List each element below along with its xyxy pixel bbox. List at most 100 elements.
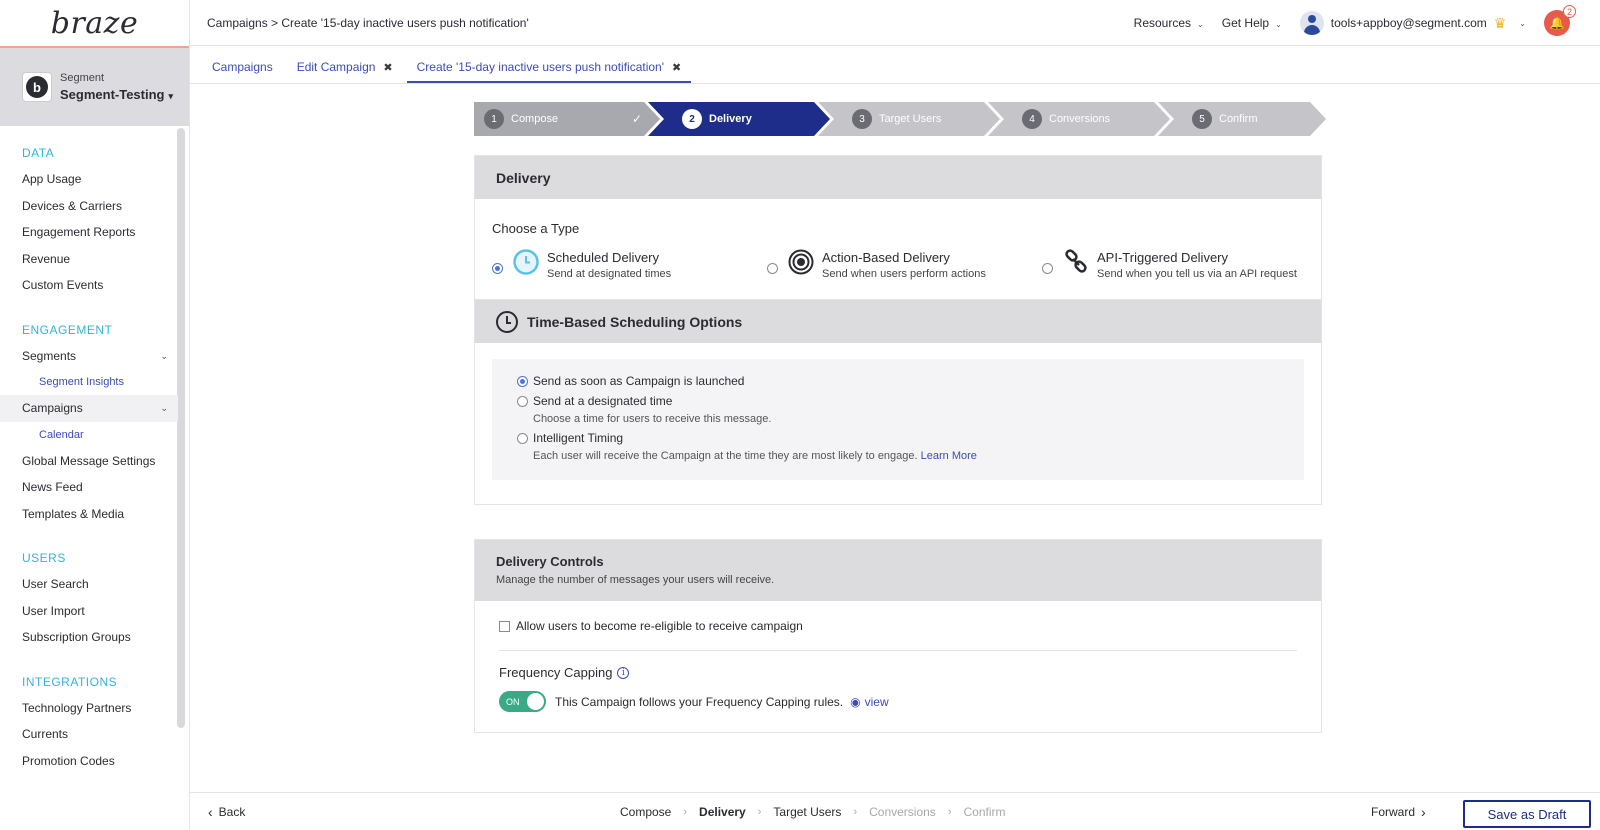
chevron-right-icon: › [853,806,858,818]
step-confirm[interactable]: 5 Confirm [1192,102,1378,136]
sidebar-item-engagement-reports[interactable]: Engagement Reports [0,219,178,246]
delivery-controls-title: Delivery Controls [496,554,604,569]
close-icon[interactable]: ✖ [383,61,392,74]
top-bar: Campaigns > Create '15-day inactive user… [190,0,1600,46]
scheduled-delivery-option[interactable]: Scheduled Delivery Send at designated tim… [492,249,671,280]
delivery-controls-header: Delivery Controls Manage the number of m… [475,540,1321,601]
action-based-delivery-option[interactable]: Action-Based Delivery Send when users per… [767,249,986,280]
sidebar-item-global-message-settings[interactable]: Global Message Settings [0,448,178,475]
step-label: Target Users [879,113,942,125]
step-compose[interactable]: 1 Compose ✓ [484,102,670,136]
sidebar-item-calendar[interactable]: Calendar [0,422,178,448]
bottom-step-compose[interactable]: Compose [620,805,671,819]
bottom-step-conversions: Conversions [869,805,936,819]
option-title: API-Triggered Delivery [1097,250,1229,265]
forward-button[interactable]: Forward › [1371,793,1426,830]
choose-type-label: Choose a Type [492,221,580,236]
option-title: Send as soon as Campaign is launched [533,374,745,388]
api-triggered-delivery-radio[interactable] [1042,263,1053,274]
breadcrumb: Campaigns > Create '15-day inactive user… [207,15,529,30]
sidebar: braze b Segment Segment-Testing ▾ DATA Ap… [0,0,190,830]
schedule-option-launch[interactable]: Send as soon as Campaign is launched [517,374,1279,388]
braze-logo[interactable]: braze [51,6,139,41]
action-based-delivery-radio[interactable] [767,263,778,274]
step-target-users[interactable]: 3 Target Users [852,102,1038,136]
tab-bar: Campaigns Edit Campaign ✖ Create '15-day … [190,47,1600,84]
reeligible-checkbox[interactable] [499,620,510,632]
option-title: Send at a designated time [533,394,673,408]
chevron-down-icon: ⌄ [160,350,168,361]
sidebar-item-currents[interactable]: Currents [0,721,178,748]
option-desc: Choose a time for users to receive this … [533,413,772,425]
get-help-label: Get Help [1221,16,1270,30]
close-icon[interactable]: ✖ [672,61,681,74]
toggle-label: ON [506,696,520,707]
scheduled-delivery-radio[interactable] [492,263,503,274]
notifications-bell-icon[interactable]: 🔔 2 [1544,5,1576,36]
sidebar-item-subscription-groups[interactable]: Subscription Groups [0,624,178,651]
api-triggered-delivery-option[interactable]: API-Triggered Delivery Send when you tell… [1042,249,1297,280]
resources-menu[interactable]: Resources ⌄ [1134,16,1204,30]
sidebar-item-news-feed[interactable]: News Feed [0,474,178,501]
step-delivery[interactable]: 2 Delivery [682,102,868,136]
step-label: Delivery [709,113,752,125]
bottom-step-target-users[interactable]: Target Users [773,805,841,819]
link-icon [1065,249,1087,273]
sidebar-item-templates-media[interactable]: Templates & Media [0,501,178,528]
delivery-header: Delivery [475,156,1321,199]
bottom-step-delivery[interactable]: Delivery [699,805,746,819]
resources-label: Resources [1133,16,1192,30]
frequency-capping-toggle[interactable]: ON [499,691,546,712]
learn-more-link[interactable]: Learn More [921,450,977,462]
delivery-type-row: Choose a Type Scheduled Delivery Send at … [475,199,1321,299]
chevron-right-icon: › [683,806,688,818]
option-desc: Each user will receive the Campaign at t… [533,450,918,462]
target-icon [788,249,814,275]
scheduling-title: Time-Based Scheduling Options [527,313,743,330]
step-number: 3 [852,109,872,129]
launch-radio[interactable] [517,376,528,387]
sidebar-item-segments[interactable]: Segments ⌄ [0,343,178,370]
schedule-option-designated[interactable]: Send at a designated time Choose a time f… [517,394,1279,425]
sidebar-item-user-search[interactable]: User Search [0,571,178,598]
step-label: Compose [511,113,559,125]
view-link[interactable]: view [865,695,889,709]
back-label: Back [218,805,246,819]
tab-create-campaign[interactable]: Create '15-day inactive users push notif… [406,60,692,83]
option-title: Scheduled Delivery [547,250,660,265]
sidebar-item-campaigns[interactable]: Campaigns ⌄ [0,395,178,422]
step-conversions[interactable]: 4 Conversions [1022,102,1208,136]
intelligent-timing-radio[interactable] [517,433,528,444]
sidebar-item-devices[interactable]: Devices & Carriers [0,193,178,220]
user-menu[interactable]: tools+appboy@segment.com ♛ ⌄ [1299,11,1526,35]
sidebar-item-promotion-codes[interactable]: Promotion Codes [0,748,178,775]
logo-area: braze [0,0,189,48]
save-as-draft-button[interactable]: Save as Draft [1463,800,1591,828]
reeligible-row[interactable]: Allow users to become re-eligible to rec… [499,619,1297,633]
tab-edit-campaign[interactable]: Edit Campaign ✖ [287,60,403,83]
scheduling-header: Time-Based Scheduling Options [475,299,1321,343]
sidebar-item-technology-partners[interactable]: Technology Partners [0,695,178,722]
workspace-name: Segment-Testing [60,87,165,102]
sidebar-item-app-usage[interactable]: App Usage [0,166,178,193]
tab-campaigns[interactable]: Campaigns [202,60,283,83]
back-button[interactable]: ‹ Back [208,793,245,830]
chevron-down-icon: ⌄ [1197,20,1204,29]
chevron-down-icon: ⌄ [1275,20,1282,29]
get-help-menu[interactable]: Get Help ⌄ [1222,16,1282,30]
delivery-controls-body: Allow users to become re-eligible to rec… [475,601,1321,732]
sidebar-scrollbar[interactable] [177,128,185,728]
designated-time-radio[interactable] [517,396,528,407]
option-title: Action-Based Delivery [822,250,950,265]
info-icon[interactable]: i [617,666,630,679]
schedule-option-intelligent[interactable]: Intelligent Timing Each user will receive… [517,431,1279,462]
workspace-label: Segment [60,72,105,84]
section-users: USERS [22,551,66,565]
sidebar-item-revenue[interactable]: Revenue [0,246,178,273]
reeligible-label: Allow users to become re-eligible to rec… [516,619,803,633]
sidebar-item-segment-insights[interactable]: Segment Insights [0,369,178,395]
sidebar-item-custom-events[interactable]: Custom Events [0,272,178,299]
sidebar-item-user-import[interactable]: User Import [0,598,178,625]
workspace-switcher[interactable]: b Segment Segment-Testing ▾ [0,48,189,126]
option-desc: Send when users perform actions [822,268,986,280]
